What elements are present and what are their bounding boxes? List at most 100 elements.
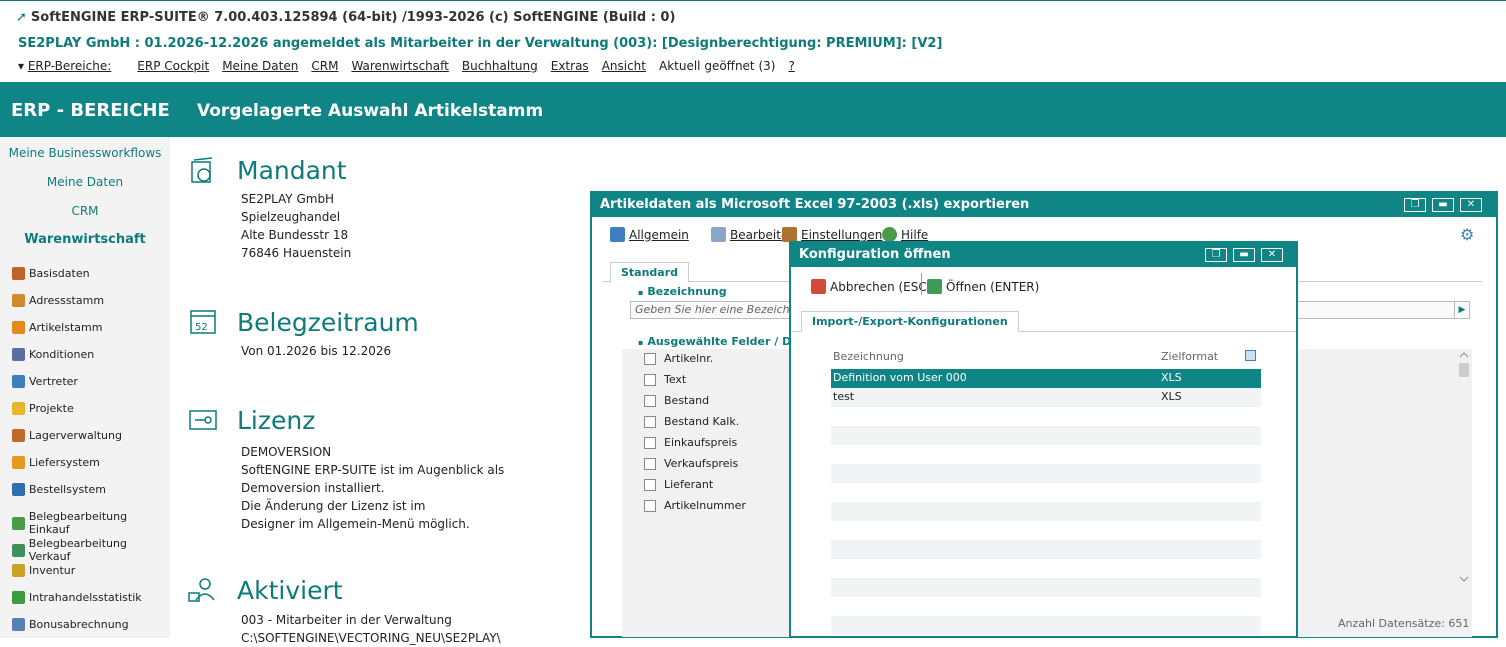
sidebar-item[interactable]: Liefersystem bbox=[12, 456, 100, 469]
sidebar-item[interactable]: Bestellsystem bbox=[12, 483, 106, 496]
menu-erp-bereiche[interactable]: ▾ ERP-Bereiche: bbox=[18, 59, 124, 73]
sidebar-section-title[interactable]: Warenwirtschaft bbox=[0, 232, 170, 247]
menu-extras[interactable]: Extras bbox=[551, 59, 589, 73]
belegzeitraum-details: Von 01.2026 bis 12.2026 bbox=[241, 342, 391, 360]
table-row[interactable]: test XLS bbox=[831, 388, 1261, 407]
export-dialog-titlebar: Artikeldaten als Microsoft Excel 97-2003… bbox=[592, 193, 1496, 217]
menu-warenwirtschaft[interactable]: Warenwirtschaft bbox=[351, 59, 448, 73]
sidebar-item[interactable]: Adressstamm bbox=[12, 294, 104, 307]
field-icon bbox=[644, 478, 656, 491]
cancel-button[interactable]: Abbrechen (ESC) bbox=[811, 279, 931, 294]
export-dialog-title: Artikeldaten als Microsoft Excel 97-2003… bbox=[600, 197, 1030, 212]
empty-row bbox=[831, 616, 1261, 635]
module-icon bbox=[12, 348, 25, 361]
menu-buchhaltung[interactable]: Buchhaltung bbox=[462, 59, 538, 73]
menu-crm[interactable]: CRM bbox=[311, 59, 338, 73]
sidebar-item[interactable]: Basisdaten bbox=[12, 267, 90, 280]
sidebar-item[interactable]: Artikelstamm bbox=[12, 321, 102, 334]
band-title: ERP - BEREICHE bbox=[11, 100, 170, 121]
field-icon bbox=[644, 415, 656, 428]
mandant-line: Alte Bundesstr 18 bbox=[241, 228, 349, 242]
restore-button[interactable]: ❐ bbox=[1404, 198, 1426, 212]
list-item[interactable]: Text bbox=[644, 373, 686, 386]
cancel-icon bbox=[811, 279, 826, 294]
toolbar-allgemein-button[interactable]: Allgemein bbox=[610, 227, 689, 242]
field-icon bbox=[644, 352, 656, 365]
menu-aktuell-geoeffnet[interactable]: Aktuell geöffnet (3) bbox=[659, 59, 775, 73]
col-bezeichnung[interactable]: Bezeichnung bbox=[833, 350, 904, 363]
list-item[interactable]: Verkaufspreis bbox=[644, 457, 738, 470]
menu-meine-daten[interactable]: Meine Daten bbox=[222, 59, 298, 73]
window-controls: ❐ ▬ ✕ bbox=[1404, 198, 1482, 212]
open-label: Öffnen (ENTER) bbox=[946, 279, 1040, 294]
sidebar-item[interactable]: Konditionen bbox=[12, 348, 94, 361]
list-item[interactable]: Einkaufspreis bbox=[644, 436, 737, 449]
empty-row bbox=[831, 502, 1261, 521]
edit-icon bbox=[711, 227, 726, 242]
field-icon bbox=[644, 394, 656, 407]
tab-import-export[interactable]: Import-/Export-Konfigurationen bbox=[801, 311, 1019, 332]
aktiviert-line: C:\SOFTENGINE\VECTORING_NEU\SE2PLAY\ bbox=[241, 631, 501, 645]
calendar-icon: 52 bbox=[190, 310, 216, 334]
minimize-button[interactable]: ▬ bbox=[1233, 248, 1255, 262]
module-icon bbox=[12, 402, 25, 415]
sidebar-link-meine-daten[interactable]: Meine Daten bbox=[0, 175, 170, 189]
sidebar-link-crm[interactable]: CRM bbox=[0, 204, 170, 218]
sidebar-item[interactable]: Projekte bbox=[12, 402, 74, 415]
empty-row bbox=[831, 540, 1261, 559]
sidebar-item[interactable]: Intrahandelsstatistik bbox=[12, 591, 142, 604]
toolbar-einstellungen-button[interactable]: Einstellungen bbox=[782, 227, 882, 242]
field-icon bbox=[644, 457, 656, 470]
field-label: Verkaufspreis bbox=[664, 457, 739, 470]
list-item[interactable]: Artikelnr. bbox=[644, 352, 713, 365]
list-item[interactable]: Lieferant bbox=[644, 478, 713, 491]
field-label: Bestand Kalk. bbox=[664, 415, 740, 428]
menu-erp-cockpit[interactable]: ERP Cockpit bbox=[137, 59, 209, 73]
sidebar-link-businessworkflows[interactable]: Meine Businessworkflows bbox=[0, 146, 170, 160]
open-button[interactable]: Öffnen (ENTER) bbox=[927, 279, 1039, 294]
restore-button[interactable]: ❐ bbox=[1205, 248, 1227, 262]
close-button[interactable]: ✕ bbox=[1460, 198, 1482, 212]
sidebar-item-label: Artikelstamm bbox=[29, 321, 103, 334]
belegzeitraum-line: Von 01.2026 bis 12.2026 bbox=[241, 344, 392, 358]
list-item[interactable]: Bestand Kalk. bbox=[644, 415, 739, 428]
svg-text:52: 52 bbox=[195, 322, 208, 333]
sidebar-item-label: Basisdaten bbox=[29, 267, 90, 280]
top-info: ➚ SoftENGINE ERP-SUITE® 7.00.403.125894 (… bbox=[0, 0, 1506, 82]
arrow-icon: ➚ bbox=[16, 10, 27, 25]
play-icon[interactable]: ▶ bbox=[1454, 302, 1469, 318]
sidebar-item-label: Belegbearbeitung Verkauf bbox=[28, 537, 127, 563]
list-item[interactable]: Artikelnummer bbox=[644, 499, 746, 512]
menu-ansicht[interactable]: Ansicht bbox=[602, 59, 646, 73]
column-chooser-icon[interactable] bbox=[1245, 350, 1256, 361]
minimize-button[interactable]: ▬ bbox=[1432, 198, 1454, 212]
module-icon bbox=[12, 267, 25, 280]
gear-icon[interactable]: ⚙ bbox=[1460, 225, 1474, 244]
list-item[interactable]: Bestand bbox=[644, 394, 709, 407]
toolbar-label: Hilfe bbox=[901, 227, 929, 242]
toolbar-hilfe-button[interactable]: Hilfe bbox=[882, 227, 928, 242]
field-label: Einkaufspreis bbox=[664, 436, 738, 449]
session-info: SE2PLAY GmbH : 01.2026-12.2026 angemelde… bbox=[18, 36, 943, 51]
table-row[interactable]: Definition vom User 000 XLS bbox=[831, 369, 1261, 388]
mandant-line: 76846 Hauenstein bbox=[241, 246, 352, 260]
close-button[interactable]: ✕ bbox=[1261, 248, 1283, 262]
tab-standard[interactable]: Standard bbox=[610, 262, 690, 283]
sidebar-item[interactable]: Vertreter bbox=[12, 375, 78, 388]
sidebar-item[interactable]: Bonusabrechnung bbox=[12, 618, 129, 631]
toolbar-label: Allgemein bbox=[629, 227, 689, 242]
empty-row bbox=[831, 559, 1261, 578]
mandant-line: SE2PLAY GmbH bbox=[241, 192, 335, 206]
scrollbar[interactable] bbox=[1456, 349, 1472, 589]
sidebar-item[interactable]: Lagerverwaltung bbox=[12, 429, 122, 442]
sidebar-item[interactable]: Inventur bbox=[12, 564, 75, 577]
field-icon bbox=[644, 499, 656, 512]
empty-row bbox=[831, 578, 1261, 597]
sidebar-item[interactable]: Belegbearbeitung Einkauf bbox=[12, 510, 170, 536]
group-bezeichnung: Bezeichnung bbox=[638, 285, 726, 298]
app-title-text: SoftENGINE ERP-SUITE® 7.00.403.125894 (6… bbox=[30, 10, 676, 25]
sidebar-item[interactable]: Belegbearbeitung Verkauf bbox=[12, 537, 170, 563]
section-title-belegzeitraum: Belegzeitraum bbox=[237, 308, 419, 337]
col-zielformat[interactable]: Zielformat bbox=[1161, 350, 1218, 363]
menu-help[interactable]: ? bbox=[788, 59, 794, 73]
